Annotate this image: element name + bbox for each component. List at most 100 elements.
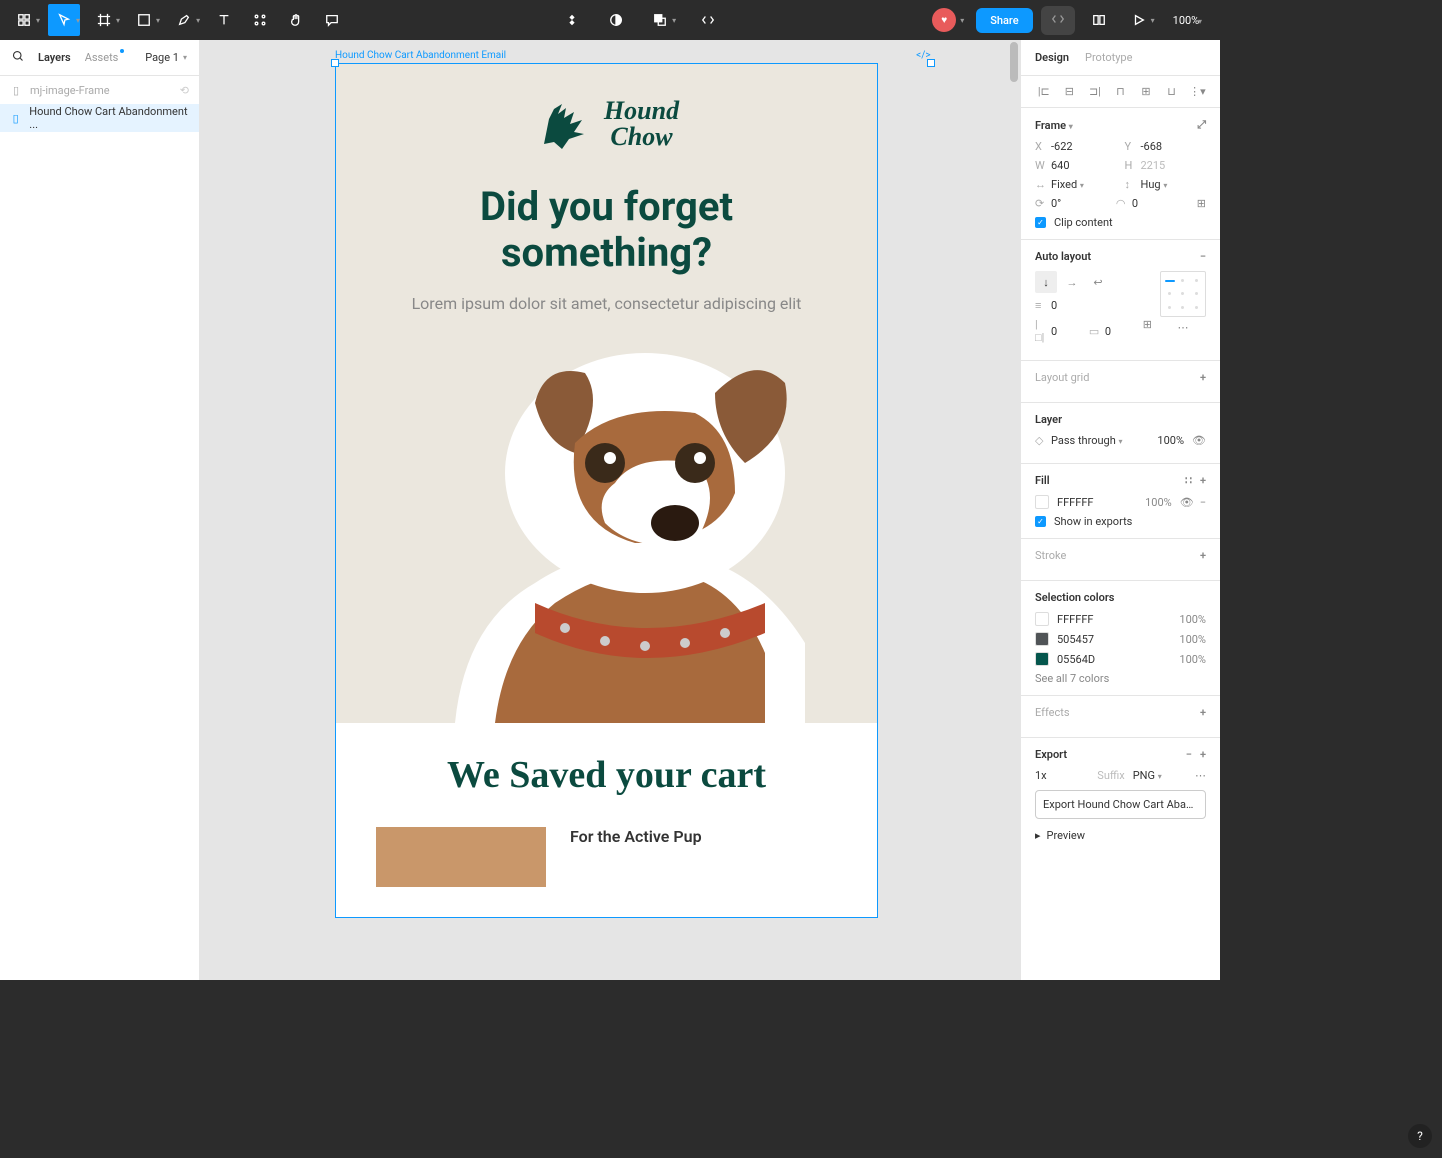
vsize-mode[interactable]: Hug ▾ xyxy=(1141,178,1168,191)
tab-layers[interactable]: Layers xyxy=(38,51,71,64)
align-bottom-icon[interactable]: ⊔ xyxy=(1164,85,1180,98)
opacity-input[interactable]: 100% xyxy=(1157,434,1184,447)
stroke-title: Stroke xyxy=(1035,549,1066,562)
component-icon[interactable] xyxy=(556,4,588,36)
styles-icon[interactable]: ∷ xyxy=(1185,474,1192,487)
add-icon[interactable]: + xyxy=(1200,474,1206,487)
fill-hex[interactable]: FFFFFF xyxy=(1057,496,1137,509)
library-icon[interactable] xyxy=(1083,4,1115,36)
dev-mode-icon[interactable] xyxy=(692,4,724,36)
scrollbar[interactable] xyxy=(1010,42,1018,82)
distribute-icon[interactable]: ⋮▾ xyxy=(1189,85,1205,98)
selcolors-title: Selection colors xyxy=(1035,591,1114,604)
alignment-grid[interactable] xyxy=(1160,271,1206,317)
frame-label[interactable]: Hound Chow Cart Abandonment Email </> xyxy=(335,50,931,61)
search-icon[interactable] xyxy=(12,50,24,65)
avatar[interactable]: ♥ xyxy=(932,8,956,32)
brand-line1: Hound xyxy=(604,98,679,124)
pad-expand-icon[interactable]: ⊞ xyxy=(1143,318,1152,344)
tab-assets[interactable]: Assets xyxy=(85,51,119,64)
effects-title: Effects xyxy=(1035,706,1070,719)
gap-input[interactable]: 0 xyxy=(1051,299,1057,312)
chevron-down-icon[interactable]: ▾ xyxy=(196,16,200,25)
layer-row[interactable]: ▯ mj-image-Frame ⟲ xyxy=(0,76,199,104)
cart-heading: We Saved your cart xyxy=(376,753,837,797)
share-button[interactable]: Share xyxy=(976,8,1032,33)
frame-section-title[interactable]: Frame ▾ xyxy=(1035,119,1073,132)
x-input[interactable]: -622 xyxy=(1051,140,1073,153)
tab-prototype[interactable]: Prototype xyxy=(1085,51,1132,64)
chevron-down-icon[interactable]: ▾ xyxy=(1151,16,1155,25)
padh-input[interactable]: 0 xyxy=(1051,325,1057,338)
fill-swatch[interactable] xyxy=(1035,495,1049,509)
w-input[interactable]: 640 xyxy=(1051,159,1070,172)
resize-fit-icon[interactable]: ⤢ xyxy=(1197,118,1206,132)
remove-icon[interactable]: − xyxy=(1200,250,1206,263)
left-panel: Layers Assets Page 1 ▾ ▯ mj-image-Frame … xyxy=(0,40,200,980)
clip-checkbox[interactable]: ✓ xyxy=(1035,217,1046,228)
layer-row-selected[interactable]: ▯ Hound Chow Cart Abandonment ... xyxy=(0,104,199,132)
color-swatch[interactable] xyxy=(1035,612,1049,626)
mask-icon[interactable] xyxy=(600,4,632,36)
preview-toggle[interactable]: ▸ Preview xyxy=(1035,829,1206,842)
rotation-input[interactable]: 0° xyxy=(1051,197,1061,210)
add-icon[interactable]: + xyxy=(1200,748,1206,761)
align-top-icon[interactable]: ⊓ xyxy=(1112,85,1128,98)
zoom-level[interactable]: 100% ▾ xyxy=(1167,14,1212,27)
hand-tool[interactable] xyxy=(280,4,312,36)
comment-tool[interactable] xyxy=(316,4,348,36)
remove-icon[interactable]: − xyxy=(1200,496,1206,509)
show-exports-checkbox[interactable]: ✓ xyxy=(1035,516,1046,527)
export-button[interactable]: Export Hound Chow Cart Abando... xyxy=(1035,790,1206,819)
add-icon[interactable]: + xyxy=(1200,549,1206,562)
chevron-down-icon[interactable]: ▾ xyxy=(116,16,120,25)
align-right-icon[interactable]: ⊐| xyxy=(1087,85,1103,98)
color-swatch[interactable] xyxy=(1035,652,1049,666)
resources-tool[interactable] xyxy=(244,4,276,36)
chevron-down-icon[interactable]: ▾ xyxy=(672,16,676,25)
h-input[interactable]: 2215 xyxy=(1141,159,1166,172)
canvas[interactable]: Hound Chow Cart Abandonment Email </> Ho… xyxy=(200,40,1020,980)
radius-input[interactable]: 0 xyxy=(1132,197,1138,210)
layer-label: Hound Chow Cart Abandonment ... xyxy=(29,105,189,131)
chevron-down-icon[interactable]: ▾ xyxy=(960,16,964,25)
padv-input[interactable]: 0 xyxy=(1105,325,1111,338)
hero-sub: Lorem ipsum dolor sit amet, consectetur … xyxy=(376,294,837,313)
more-icon[interactable]: ⋯ xyxy=(1178,321,1189,334)
radius-expand-icon[interactable]: ⊞ xyxy=(1197,197,1206,210)
autolayout-title: Auto layout xyxy=(1035,250,1091,263)
logo: Hound Chow xyxy=(376,94,837,154)
page-selector[interactable]: Page 1 ▾ xyxy=(145,51,187,64)
color-swatch[interactable] xyxy=(1035,632,1049,646)
chevron-down-icon[interactable]: ▾ xyxy=(156,16,160,25)
email-frame[interactable]: Hound Chow Did you forgetsomething? Lore… xyxy=(335,63,878,918)
more-icon[interactable]: ⋯ xyxy=(1195,769,1206,782)
direction-vertical[interactable]: ↓ xyxy=(1035,271,1057,293)
export-suffix[interactable]: Suffix xyxy=(1097,769,1124,782)
frame-icon: ▯ xyxy=(10,84,22,96)
chevron-down-icon[interactable]: ▾ xyxy=(36,16,40,25)
direction-horizontal[interactable]: → xyxy=(1061,271,1083,293)
see-all-colors[interactable]: See all 7 colors xyxy=(1035,672,1206,685)
align-hcenter-icon[interactable]: ⊟ xyxy=(1061,85,1077,98)
direction-wrap[interactable]: ↩ xyxy=(1087,271,1109,293)
y-input[interactable]: -668 xyxy=(1141,140,1163,153)
align-left-icon[interactable]: |⊏ xyxy=(1036,85,1052,98)
hsize-mode[interactable]: Fixed ▾ xyxy=(1051,178,1084,191)
text-tool[interactable] xyxy=(208,4,240,36)
add-icon[interactable]: + xyxy=(1200,371,1206,384)
visibility-icon[interactable]: 👁 xyxy=(1180,496,1194,509)
tab-design[interactable]: Design xyxy=(1035,51,1069,64)
fill-opacity[interactable]: 100% xyxy=(1145,496,1172,509)
add-icon[interactable]: + xyxy=(1200,706,1206,719)
blend-mode[interactable]: Pass through ▾ xyxy=(1051,434,1123,447)
help-button[interactable]: ? xyxy=(1408,1124,1432,1148)
remove-icon[interactable]: − xyxy=(1186,748,1192,761)
visibility-icon[interactable]: 👁 xyxy=(1192,434,1206,447)
chevron-down-icon[interactable]: ▾ xyxy=(76,16,80,25)
dev-toggle[interactable] xyxy=(1041,6,1075,35)
export-format[interactable]: PNG ▾ xyxy=(1133,769,1187,782)
layer-title: Layer xyxy=(1035,413,1062,426)
align-vcenter-icon[interactable]: ⊞ xyxy=(1138,85,1154,98)
export-scale[interactable]: 1x xyxy=(1035,769,1089,782)
